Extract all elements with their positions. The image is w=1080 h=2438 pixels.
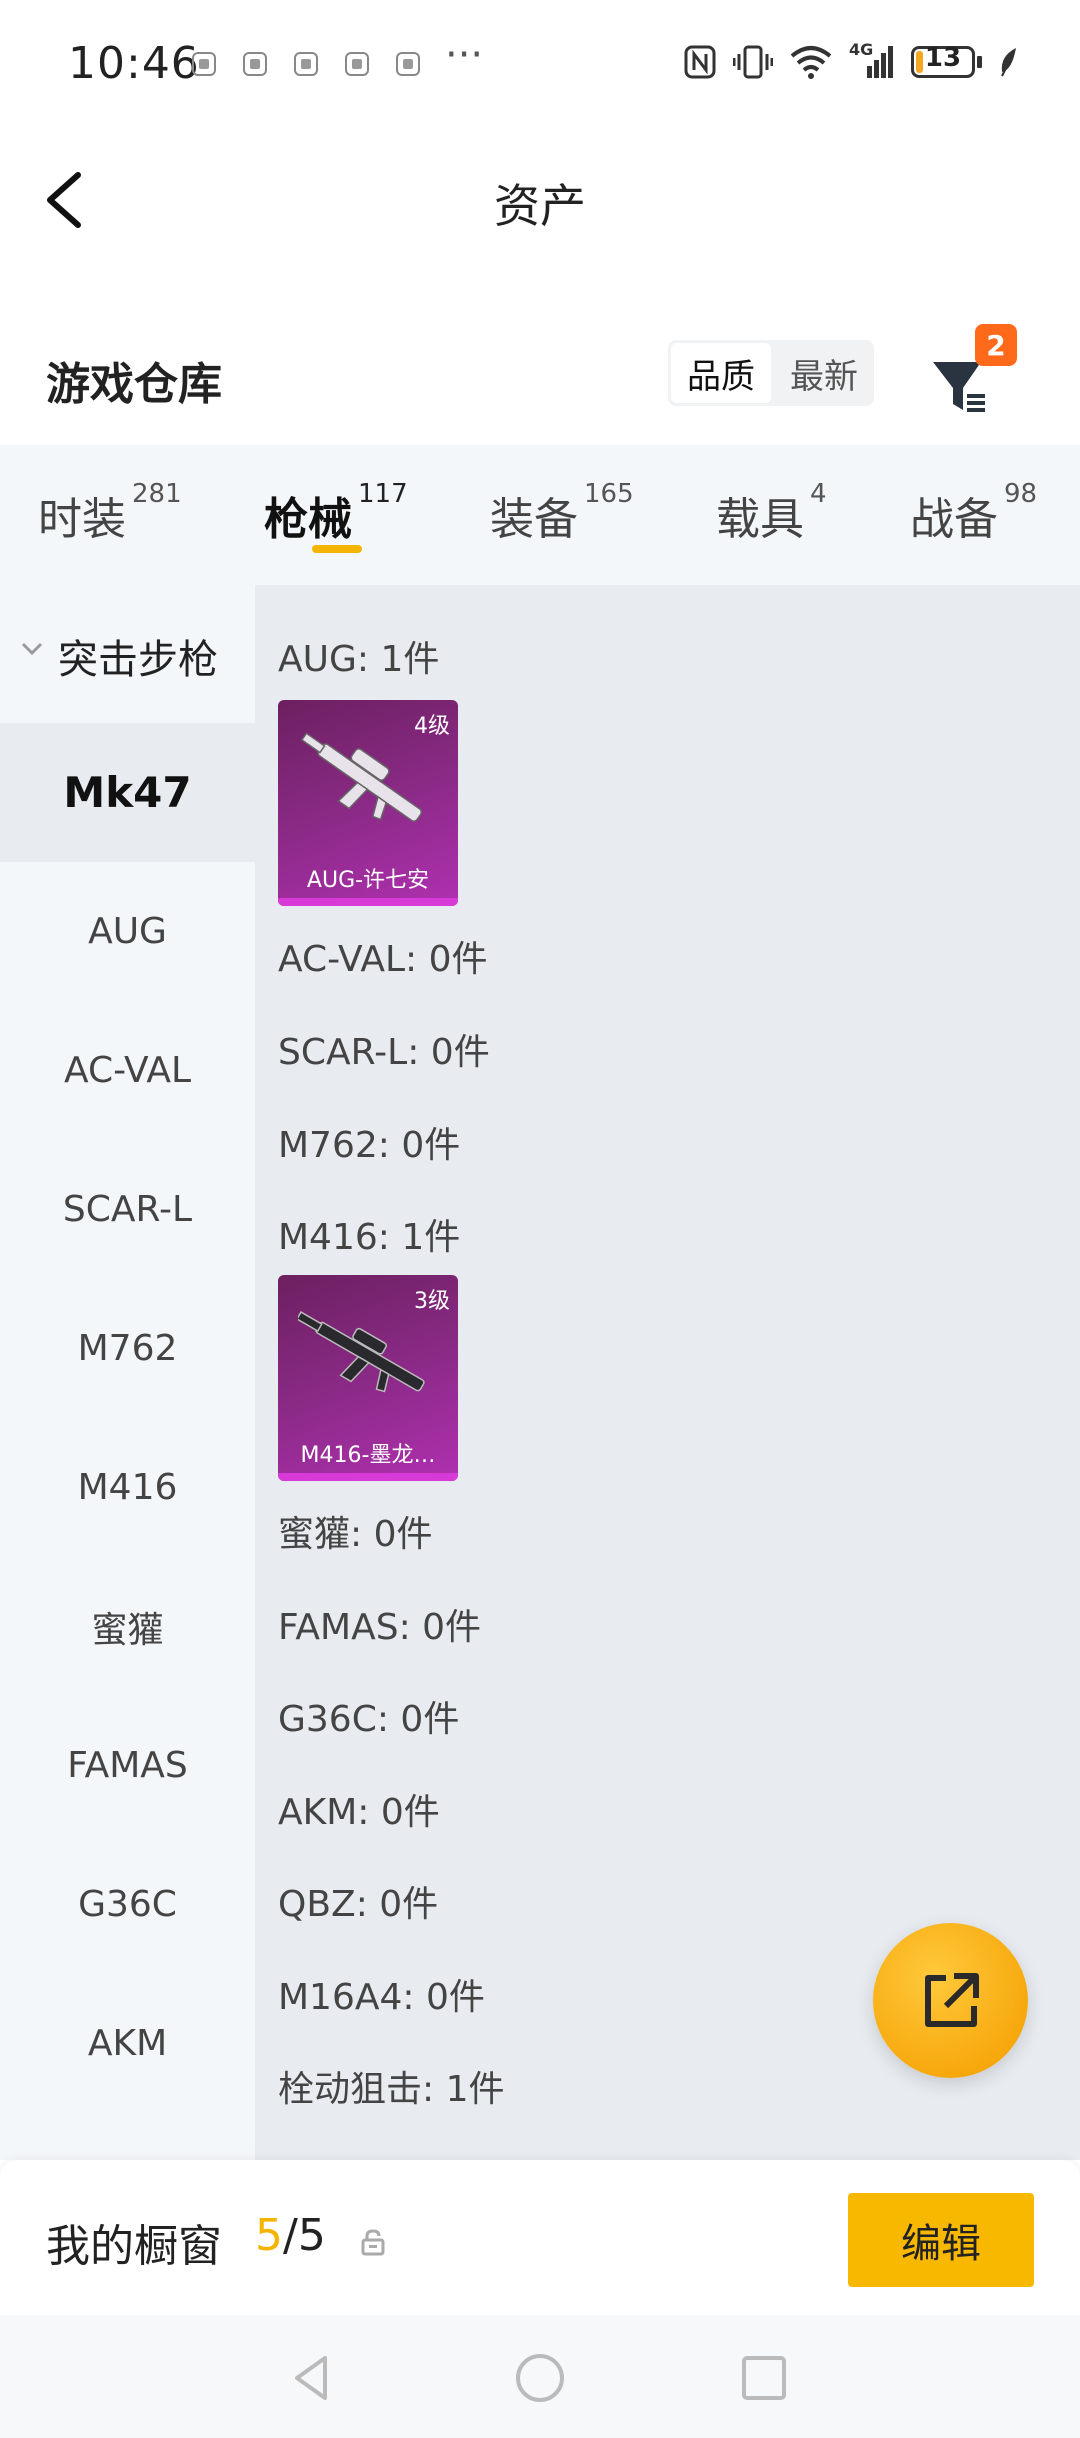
card-name: M416-墨龙… <box>300 1443 436 1468</box>
weapon-sidebar: 突击步枪 Mk47 AUG AC-VAL SCAR-L M762 M416 蜜獾… <box>0 585 255 2160</box>
weapon-count-label: FAMAS: 0件 <box>278 1607 482 1648</box>
edit-button[interactable]: 编辑 <box>848 2193 1034 2287</box>
share-icon <box>924 1972 979 2027</box>
app-header: 资产 <box>0 130 1080 270</box>
nav-back-icon[interactable] <box>285 2350 341 2406</box>
vibrate-icon <box>733 45 773 79</box>
battery-icon: 13 <box>911 43 982 78</box>
sidebar-item-famas[interactable]: FAMAS <box>0 1696 255 1835</box>
filter-button[interactable]: 2 <box>925 324 1017 420</box>
weapon-count-label: 栓动狙击: 1件 <box>278 2069 505 2110</box>
weapon-count-label: QBZ: 0件 <box>278 1884 439 1925</box>
rifle-icon <box>300 732 423 822</box>
sidebar-group-assault-rifles[interactable]: 突击步枪 <box>0 585 255 723</box>
weapon-count-label: 蜜獾: 0件 <box>278 1514 433 1555</box>
leaf-icon <box>1001 48 1016 77</box>
nav-recents-icon[interactable] <box>736 2350 792 2406</box>
wifi-icon <box>790 46 832 79</box>
nfc-icon <box>684 45 716 79</box>
sidebar-item-honey-badger[interactable]: 蜜獾 <box>0 1557 255 1696</box>
warehouse-title: 游戏仓库 <box>46 359 222 410</box>
sidebar-group-label: 突击步枪 <box>58 637 218 683</box>
tab-equipment[interactable]: 装备 165 <box>490 479 634 547</box>
tab-label: 战备 <box>910 494 998 545</box>
notification-icon <box>294 52 318 76</box>
battery-level: 13 <box>924 43 962 73</box>
notification-icons <box>192 52 420 76</box>
category-tabs: 时装 281 枪械 117 装备 165 载具 4 战备 98 <box>0 445 1080 585</box>
status-icons: 4G 13 <box>683 40 1020 80</box>
sidebar-item-mk47[interactable]: Mk47 <box>0 723 255 862</box>
notification-icon <box>345 52 369 76</box>
tab-label: 装备 <box>490 494 578 545</box>
weapon-count-label: M16A4: 0件 <box>278 1977 485 2018</box>
tab-label: 枪械 <box>264 494 352 545</box>
sidebar-item-ac-val[interactable]: AC-VAL <box>0 1001 255 1140</box>
notification-icon <box>243 52 267 76</box>
weapon-count-label: SCAR-L: 0件 <box>278 1032 490 1073</box>
page-title: 资产 <box>494 179 586 233</box>
status-time: 10:46 <box>68 38 200 89</box>
weapon-count-label: G36C: 0件 <box>278 1699 460 1740</box>
share-fab[interactable] <box>873 1923 1028 2078</box>
tab-count: 4 <box>810 479 827 509</box>
tab-count: 165 <box>584 479 634 509</box>
warehouse-bar: 游戏仓库 品质 最新 2 <box>0 324 1080 440</box>
showcase-current: 5 <box>255 2210 283 2261</box>
system-navigation-bar <box>0 2315 1080 2438</box>
weapon-count-label: M762: 0件 <box>278 1125 461 1166</box>
filter-count-badge: 2 <box>975 324 1017 366</box>
weapon-count-label: AKM: 0件 <box>278 1792 440 1833</box>
more-notifications-icon: ··· <box>445 32 484 78</box>
status-bar: 10:46 ··· 4G 13 <box>0 0 1080 130</box>
weapon-count-label: M416: 1件 <box>278 1217 461 1258</box>
tab-count: 117 <box>358 479 408 509</box>
sidebar-item-m762[interactable]: M762 <box>0 1279 255 1418</box>
lock-icon <box>361 2229 385 2256</box>
notification-icon <box>396 52 420 76</box>
nav-home-icon[interactable] <box>512 2350 568 2406</box>
tab-count: 281 <box>132 479 182 509</box>
weapon-skin-card[interactable]: 3级 M416-墨龙… <box>278 1275 458 1481</box>
tab-vehicles[interactable]: 载具 4 <box>716 479 827 547</box>
tab-label: 载具 <box>716 494 804 545</box>
chevron-down-icon <box>21 642 43 656</box>
sidebar-item-g36c[interactable]: G36C <box>0 1835 255 1974</box>
weapon-count-label: AC-VAL: 0件 <box>278 939 488 980</box>
card-rarity-bar <box>278 898 458 906</box>
tab-label: 时装 <box>38 494 126 545</box>
sidebar-item-akm[interactable]: AKM <box>0 1974 255 2113</box>
sort-toggle: 品质 最新 <box>668 340 874 406</box>
card-rarity-bar <box>278 1473 458 1481</box>
sort-latest-button[interactable]: 最新 <box>774 340 874 406</box>
weapon-skin-card[interactable]: 4级 AUG-许七安 <box>278 700 458 906</box>
notification-icon <box>192 52 216 76</box>
showcase-total: /5 <box>283 2210 326 2261</box>
rifle-icon <box>298 1311 425 1393</box>
sort-quality-button[interactable]: 品质 <box>671 343 771 403</box>
showcase-bar: 我的橱窗 5/5 编辑 <box>0 2160 1080 2315</box>
showcase-count: 5/5 <box>255 2210 326 2261</box>
cellular-signal-icon: 4G <box>849 40 895 80</box>
tab-firearms[interactable]: 枪械 117 <box>264 479 408 547</box>
card-name: AUG-许七安 <box>306 868 430 893</box>
active-tab-indicator <box>312 545 362 553</box>
tab-count: 98 <box>1004 479 1038 509</box>
sidebar-item-aug[interactable]: AUG <box>0 862 255 1001</box>
sidebar-item-scar-l[interactable]: SCAR-L <box>0 1140 255 1279</box>
tab-battle-prep[interactable]: 战备 98 <box>910 479 1037 547</box>
sidebar-item-m416[interactable]: M416 <box>0 1418 255 1557</box>
showcase-title: 我的橱窗 <box>46 2221 222 2272</box>
weapon-count-label: AUG: 1件 <box>278 639 440 680</box>
tab-fashion[interactable]: 时装 281 <box>38 479 182 547</box>
